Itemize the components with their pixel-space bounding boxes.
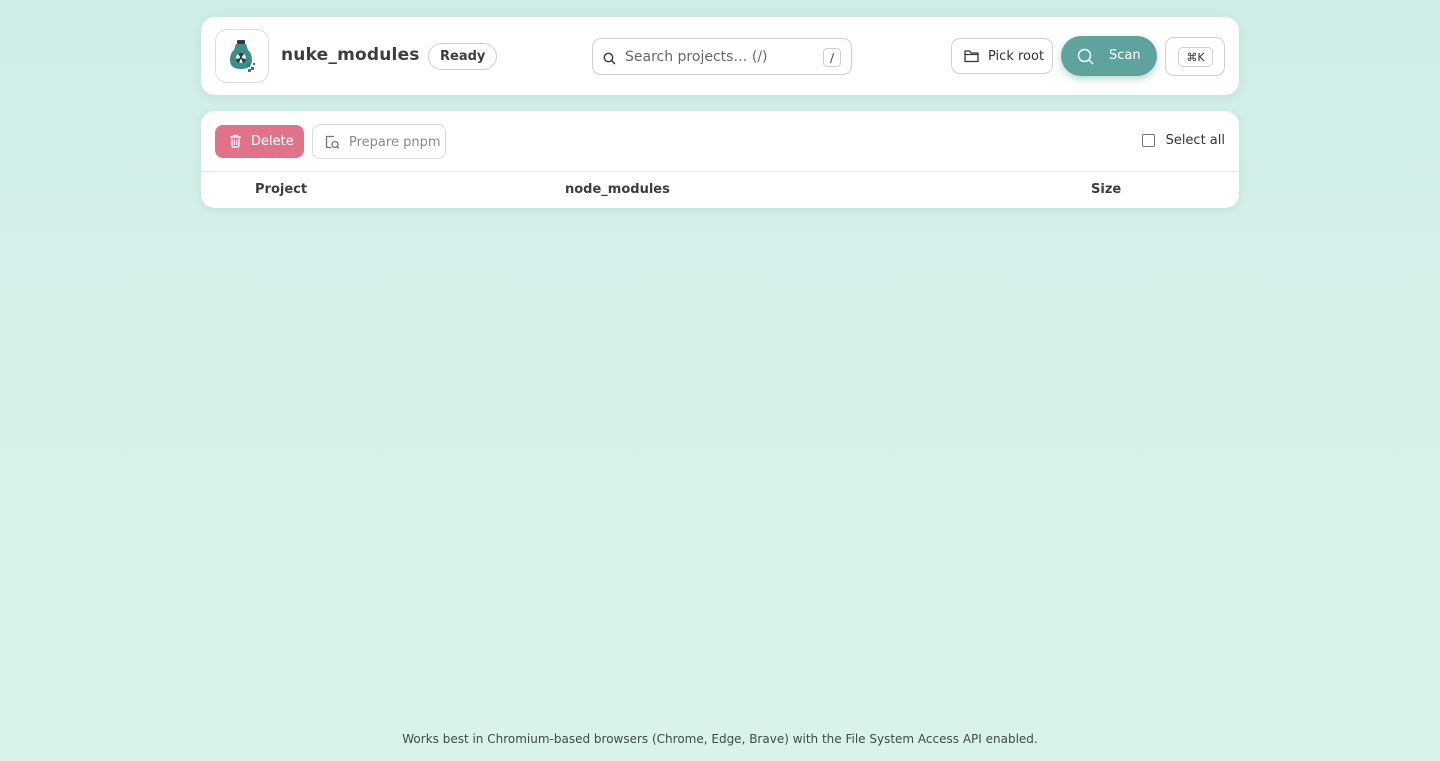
delete-button[interactable]: Delete [215,125,304,158]
delete-label: Delete [251,134,294,149]
select-all-toggle[interactable]: Select all [1141,133,1225,148]
toolbar-divider [201,171,1239,172]
column-header-node-modules[interactable]: node_modules [565,182,670,197]
prepare-pnpm-label: Prepare pnpm [349,135,441,150]
pick-root-label: Pick root [988,49,1045,64]
trash-icon [229,134,242,152]
search-icon [1077,48,1094,69]
search-icon [603,50,616,69]
command-shortcut: ⌘K [1178,47,1213,67]
search-input[interactable] [625,45,815,69]
command-palette-button[interactable]: ⌘K [1165,37,1225,76]
app-logo [215,29,269,83]
folder-icon [964,49,979,67]
app-header: nuke_modules Ready / Pick root Scan ⌘K [201,17,1239,95]
scan-button[interactable]: Scan [1061,36,1157,76]
projects-panel: Delete Prepare pnpm Select all Project n… [201,111,1239,208]
scan-label: Scan [1109,48,1141,63]
column-header-size[interactable]: Size [1091,182,1121,197]
pick-root-button[interactable]: Pick root [951,38,1053,74]
status-badge: Ready [428,43,498,70]
select-all-checkbox[interactable] [1141,134,1155,147]
package-search-icon [325,135,340,154]
browser-support-note: Works best in Chromium-based browsers (C… [402,732,1038,746]
nuke-bottle-icon [230,40,255,72]
column-header-project[interactable]: Project [255,182,307,197]
app-title: nuke_modules [281,45,420,65]
select-all-label: Select all [1165,133,1225,148]
prepare-pnpm-button[interactable]: Prepare pnpm [312,124,446,159]
search-shortcut-hint: / [823,48,841,67]
search-box[interactable]: / [592,38,852,75]
